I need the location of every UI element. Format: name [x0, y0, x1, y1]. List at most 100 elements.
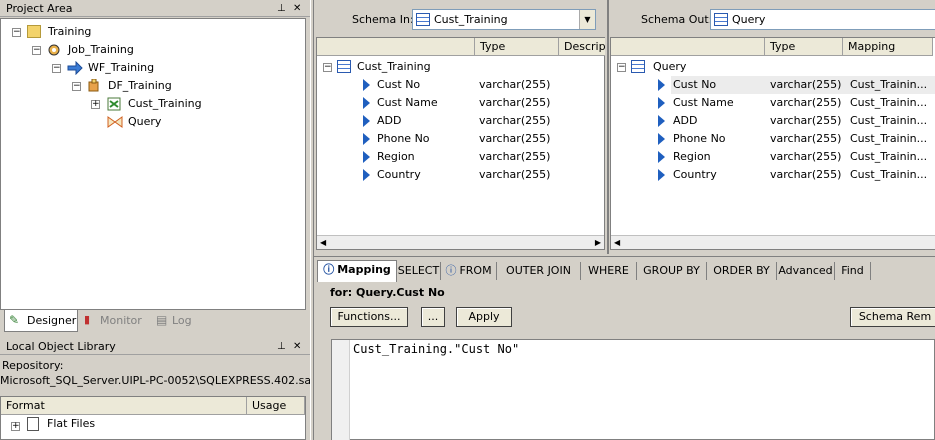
- schema-out-column-type: varchar(255): [770, 132, 842, 145]
- expander-wf[interactable]: −: [52, 64, 61, 73]
- schema-out-column-name[interactable]: Country: [673, 166, 717, 184]
- expander-query-schema[interactable]: −: [617, 63, 626, 72]
- tree-item-training[interactable]: Training: [48, 23, 91, 41]
- designer-tab[interactable]: ✎ Designer: [4, 310, 78, 332]
- scroll-left-icon[interactable]: ◀: [320, 238, 326, 247]
- schema-remap-button[interactable]: Schema Rem: [850, 307, 935, 327]
- table-icon: [631, 60, 645, 73]
- schema-out-column-name[interactable]: ADD: [673, 112, 697, 130]
- tree-item-wf-training[interactable]: WF_Training: [88, 59, 154, 77]
- schema-out-column-type: varchar(255): [770, 96, 842, 109]
- tree-item-cust-training[interactable]: Cust_Training: [128, 95, 202, 113]
- tab-group-by[interactable]: GROUP BY: [637, 262, 707, 280]
- schema-in-desc-header[interactable]: Descripti: [559, 38, 605, 56]
- functions-button[interactable]: Functions...: [330, 307, 408, 327]
- log-tab-label: Log: [172, 314, 192, 327]
- apply-button-label: Apply: [468, 310, 500, 323]
- table-icon: [337, 60, 351, 73]
- pin-icon[interactable]: ⊥: [277, 338, 286, 355]
- schema-out-column-mapping: Cust_Trainin...: [850, 132, 928, 145]
- schema-in-column-name[interactable]: Region: [377, 148, 415, 166]
- tab-mapping[interactable]: ⓘ Mapping: [317, 260, 397, 282]
- column-arrow-icon: [658, 97, 665, 109]
- apply-button[interactable]: Apply: [456, 307, 512, 327]
- schema-in-label: Schema In:: [352, 13, 414, 26]
- schema-out-column-name[interactable]: Phone No: [673, 130, 726, 148]
- expression-editor[interactable]: Cust_Training."Cust No": [331, 339, 935, 440]
- schema-out-label: Schema Out:: [641, 13, 713, 26]
- folder-icon: [27, 25, 41, 38]
- expander-job[interactable]: −: [32, 46, 41, 55]
- tab-from[interactable]: ⓘ FROM: [441, 262, 497, 280]
- column-arrow-icon: [363, 169, 370, 181]
- info-icon: ⓘ: [323, 263, 335, 276]
- schema-out-column-type: varchar(255): [770, 168, 842, 181]
- schema-out-name-header[interactable]: [611, 38, 765, 56]
- schema-in-hscrollbar[interactable]: ◀ ▶: [317, 235, 604, 249]
- close-icon[interactable]: ✕: [293, 0, 301, 17]
- library-item-flat-files[interactable]: Flat Files: [47, 415, 95, 433]
- ellipsis-button[interactable]: ...: [421, 307, 445, 327]
- schema-in-column-name[interactable]: Cust No: [377, 76, 420, 94]
- traffic-light-icon: ▮: [84, 313, 91, 326]
- expander-cust-training[interactable]: +: [91, 100, 100, 109]
- schema-in-name-header[interactable]: [317, 38, 475, 56]
- schema-in-column-name[interactable]: Phone No: [377, 130, 430, 148]
- expander-df[interactable]: −: [72, 82, 81, 91]
- schema-out-field[interactable]: Query: [710, 9, 935, 30]
- local-object-library-panel: Local Object Library ⊥ ✕ Repository: Mic…: [0, 338, 311, 440]
- schema-in-column-name[interactable]: Cust Name: [377, 94, 438, 112]
- project-area-panel: Project Area ⊥ ✕ − Training − Job_Traini…: [0, 0, 310, 338]
- usage-column-header[interactable]: Usage: [247, 397, 305, 415]
- schema-out-grid: Type Mapping − Query Cust No varchar(255)…: [610, 37, 935, 250]
- schema-in-type-header[interactable]: Type: [475, 38, 559, 56]
- schema-out-root[interactable]: Query: [653, 58, 686, 76]
- tree-item-job-training[interactable]: Job_Training: [68, 41, 134, 59]
- expander-cust-training-schema[interactable]: −: [323, 63, 332, 72]
- tree-item-df-training[interactable]: DF_Training: [108, 77, 172, 95]
- schema-out-column-name[interactable]: Region: [673, 148, 711, 166]
- tab-order-by[interactable]: ORDER BY: [707, 262, 777, 280]
- tab-find[interactable]: Find: [835, 262, 871, 280]
- tab-outer-join[interactable]: OUTER JOIN: [497, 262, 581, 280]
- close-icon[interactable]: ✕: [293, 338, 301, 355]
- schema-out-mapping-header[interactable]: Mapping: [843, 38, 933, 56]
- monitor-tab[interactable]: ▮ Monitor: [82, 313, 150, 331]
- repository-label: Repository:: [2, 359, 64, 372]
- schema-in-column-type: varchar(255): [479, 114, 551, 127]
- format-column-header[interactable]: Format: [1, 397, 247, 415]
- schema-out-type-header[interactable]: Type: [765, 38, 843, 56]
- log-icon: ▤: [156, 313, 168, 327]
- schema-out-column-name[interactable]: Cust Name: [673, 94, 734, 112]
- schema-out-column-mapping: Cust_Trainin...: [850, 168, 928, 181]
- tab-where[interactable]: WHERE: [581, 262, 637, 280]
- schema-in-select[interactable]: Cust_Training ▼: [412, 9, 596, 30]
- tab-label: Advanced: [778, 264, 833, 277]
- tab-label: SELECT: [397, 264, 440, 277]
- schema-in-column-name[interactable]: Country: [377, 166, 421, 184]
- schema-out-hscrollbar[interactable]: ◀: [611, 235, 935, 249]
- column-arrow-icon: [363, 115, 370, 127]
- tab-select[interactable]: SELECT: [397, 262, 441, 280]
- log-tab[interactable]: ▤ Log: [154, 313, 204, 331]
- chevron-down-icon[interactable]: ▼: [579, 10, 595, 29]
- project-area-title: Project Area: [6, 2, 73, 15]
- expander-flat-files[interactable]: +: [11, 422, 20, 431]
- schema-out-column-mapping: Cust_Trainin...: [850, 78, 928, 91]
- schema-in-column-name[interactable]: ADD: [377, 112, 401, 130]
- schema-out-column-mapping: Cust_Trainin...: [850, 114, 928, 127]
- schema-in-root[interactable]: Cust_Training: [357, 58, 431, 76]
- dataflow-icon: [87, 78, 101, 92]
- scroll-right-icon[interactable]: ▶: [595, 238, 601, 247]
- column-arrow-icon: [658, 169, 665, 181]
- tab-label: ORDER BY: [713, 264, 770, 277]
- expression-text[interactable]: Cust_Training."Cust No": [353, 342, 519, 356]
- schema-in-panel: Schema In: Cust_Training ▼ Type Descript…: [314, 0, 605, 254]
- tab-advanced[interactable]: Advanced: [777, 262, 835, 280]
- expander-training[interactable]: −: [12, 28, 21, 37]
- for-label: for: Query.Cust No: [330, 286, 445, 299]
- scroll-left-icon[interactable]: ◀: [614, 238, 620, 247]
- pin-icon[interactable]: ⊥: [277, 0, 286, 17]
- schema-out-column-name[interactable]: Cust No: [673, 76, 716, 94]
- tree-item-query[interactable]: Query: [128, 113, 161, 131]
